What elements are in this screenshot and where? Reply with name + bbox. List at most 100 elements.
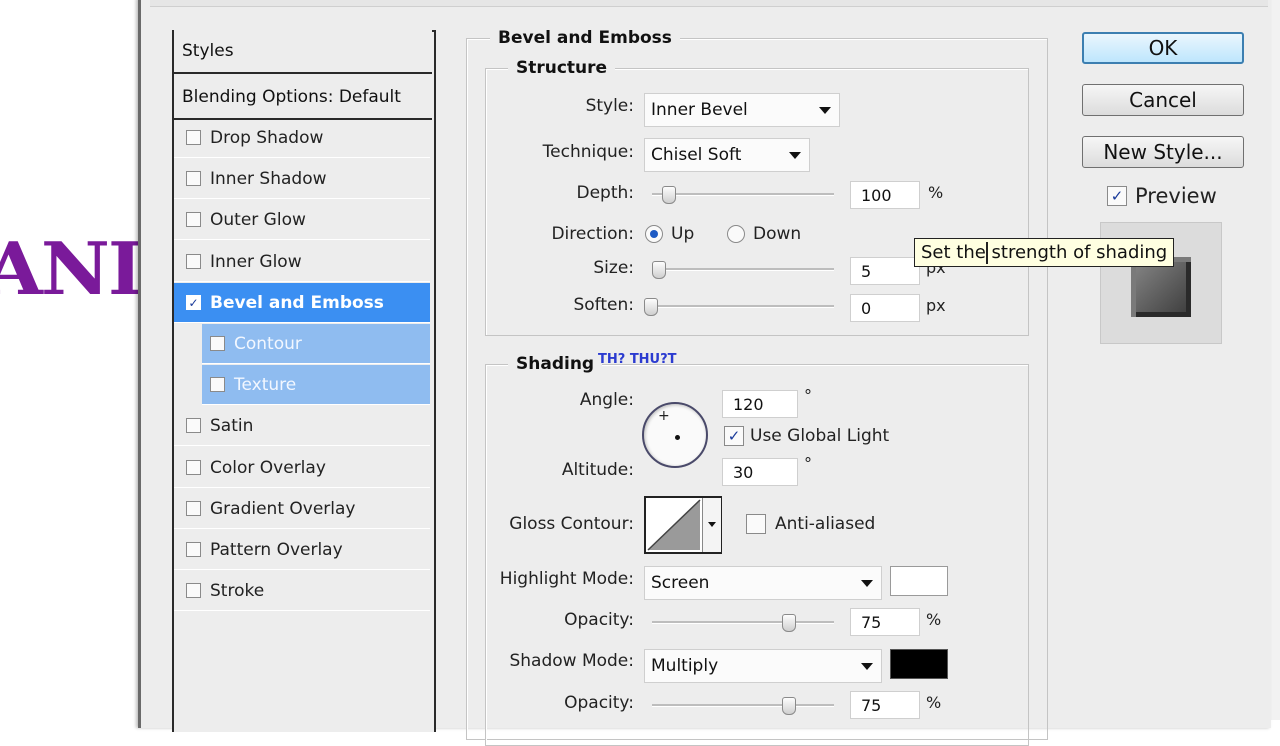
shadow-mode-select[interactable]: Multiply — [644, 649, 882, 683]
highlight-mode-value: Screen — [651, 573, 710, 593]
altitude-label: Altitude: — [561, 460, 634, 480]
blending-options-item[interactable]: Blending Options: Default — [174, 76, 432, 120]
highlight-opacity-label: Opacity: — [564, 610, 634, 630]
shadow-mode-value: Multiply — [651, 656, 719, 676]
shading-group — [485, 364, 1029, 746]
style-item-bevel-and-emboss[interactable]: ✓ Bevel and Emboss — [174, 283, 430, 323]
style-item-checkbox[interactable] — [210, 336, 225, 351]
angle-label: Angle: — [579, 390, 634, 410]
shadow-opacity-unit: % — [926, 693, 942, 712]
style-item-label: Contour — [234, 333, 302, 354]
style-select[interactable]: Inner Bevel — [644, 93, 840, 127]
gloss-contour-dropdown[interactable] — [702, 498, 721, 552]
style-item-stroke[interactable]: Stroke — [174, 571, 430, 611]
style-item-satin[interactable]: Satin — [174, 406, 430, 446]
style-item-checkbox[interactable] — [186, 212, 201, 227]
direction-up-radio[interactable] — [645, 225, 663, 243]
shadow-opacity-slider-track[interactable] — [652, 704, 834, 707]
style-item-inner-glow[interactable]: Inner Glow — [174, 242, 430, 282]
style-item-inner-shadow[interactable]: Inner Shadow — [174, 159, 430, 199]
shading-annotation: TH? THU?T — [598, 352, 677, 367]
chevron-down-icon — [819, 107, 831, 114]
style-item-checkbox[interactable] — [186, 583, 201, 598]
use-global-light-checkbox[interactable]: ✓ — [724, 426, 744, 446]
style-item-label: Drop Shadow — [210, 127, 324, 148]
highlight-mode-select[interactable]: Screen — [644, 566, 882, 600]
size-slider-thumb[interactable] — [652, 261, 666, 279]
style-item-checkbox[interactable] — [186, 418, 201, 433]
direction-down-label[interactable]: Down — [753, 224, 801, 244]
soften-input[interactable]: 0 — [850, 294, 920, 322]
depth-slider-track[interactable] — [652, 193, 834, 196]
direction-label: Direction: — [551, 224, 634, 244]
size-slider-track[interactable] — [652, 268, 834, 271]
style-item-checkbox[interactable]: ✓ — [186, 295, 201, 310]
new-style-button[interactable]: New Style... — [1082, 136, 1244, 168]
style-item-label: Satin — [210, 415, 254, 436]
highlight-color-swatch[interactable] — [890, 566, 948, 596]
style-item-label: Gradient Overlay — [210, 498, 356, 519]
dial-center-dot — [675, 435, 680, 440]
style-item-color-overlay[interactable]: Color Overlay — [174, 448, 430, 488]
highlight-opacity-slider-thumb[interactable] — [782, 614, 796, 632]
ok-button[interactable]: OK — [1082, 32, 1244, 64]
technique-select-value: Chisel Soft — [651, 145, 742, 165]
shadow-opacity-slider-thumb[interactable] — [782, 697, 796, 715]
style-item-label: Inner Shadow — [210, 168, 327, 189]
style-item-checkbox[interactable] — [186, 171, 201, 186]
style-item-pattern-overlay[interactable]: Pattern Overlay — [174, 530, 430, 570]
structure-title: Structure — [508, 58, 616, 78]
depth-input[interactable]: 100 — [850, 181, 920, 209]
gloss-contour-label: Gloss Contour: — [509, 514, 634, 534]
anti-aliased-label[interactable]: Anti-aliased — [775, 514, 875, 534]
direction-down-radio[interactable] — [727, 225, 745, 243]
depth-label: Depth: — [576, 183, 634, 203]
style-item-checkbox[interactable] — [186, 460, 201, 475]
style-item-gradient-overlay[interactable]: Gradient Overlay — [174, 489, 430, 529]
size-input[interactable]: 5 — [850, 257, 920, 285]
shadow-mode-label: Shadow Mode: — [509, 651, 634, 671]
shading-title: Shading — [508, 354, 603, 374]
cancel-button[interactable]: Cancel — [1082, 84, 1244, 116]
size-label: Size: — [593, 258, 634, 278]
anti-aliased-checkbox[interactable] — [746, 514, 766, 534]
style-select-value: Inner Bevel — [651, 100, 748, 120]
soften-slider-track[interactable] — [652, 305, 834, 308]
style-item-checkbox[interactable] — [210, 377, 225, 392]
highlight-opacity-slider-track[interactable] — [652, 621, 834, 624]
preview-label[interactable]: Preview — [1135, 184, 1217, 208]
bevel-emboss-title: Bevel and Emboss — [490, 28, 680, 48]
highlight-opacity-unit: % — [926, 610, 942, 629]
depth-unit: % — [928, 183, 944, 202]
soften-unit: px — [926, 296, 946, 315]
highlight-opacity-input[interactable]: 75 — [850, 608, 920, 636]
direction-up-label[interactable]: Up — [671, 224, 694, 244]
shadow-opacity-input[interactable]: 75 — [850, 691, 920, 719]
soften-label: Soften: — [573, 295, 634, 315]
altitude-input[interactable]: 30 — [722, 458, 798, 486]
style-item-label: Bevel and Emboss — [210, 292, 384, 313]
technique-select[interactable]: Chisel Soft — [644, 138, 810, 172]
style-item-texture[interactable]: Texture — [202, 365, 430, 405]
depth-slider-thumb[interactable] — [662, 186, 676, 204]
style-label: Style: — [585, 96, 634, 116]
styles-header[interactable]: Styles — [174, 30, 432, 74]
style-item-outer-glow[interactable]: Outer Glow — [174, 200, 430, 240]
shadow-color-swatch[interactable] — [890, 649, 948, 679]
style-item-checkbox[interactable] — [186, 254, 201, 269]
style-item-checkbox[interactable] — [186, 542, 201, 557]
gloss-contour-picker[interactable] — [644, 496, 722, 554]
highlight-mode-label: Highlight Mode: — [499, 569, 634, 589]
style-item-checkbox[interactable] — [186, 130, 201, 145]
crosshair-icon: + — [658, 408, 670, 424]
style-item-contour[interactable]: Contour — [202, 324, 430, 364]
soften-slider-thumb[interactable] — [644, 298, 658, 316]
preview-checkbox[interactable]: ✓ — [1107, 186, 1127, 206]
technique-label: Technique: — [542, 142, 634, 162]
style-item-drop-shadow[interactable]: Drop Shadow — [174, 118, 430, 158]
angle-dial[interactable]: + — [642, 402, 708, 468]
style-item-checkbox[interactable] — [186, 501, 201, 516]
angle-input[interactable]: 120 — [722, 390, 798, 418]
use-global-light-label[interactable]: Use Global Light — [750, 426, 889, 446]
style-item-label: Inner Glow — [210, 251, 302, 272]
